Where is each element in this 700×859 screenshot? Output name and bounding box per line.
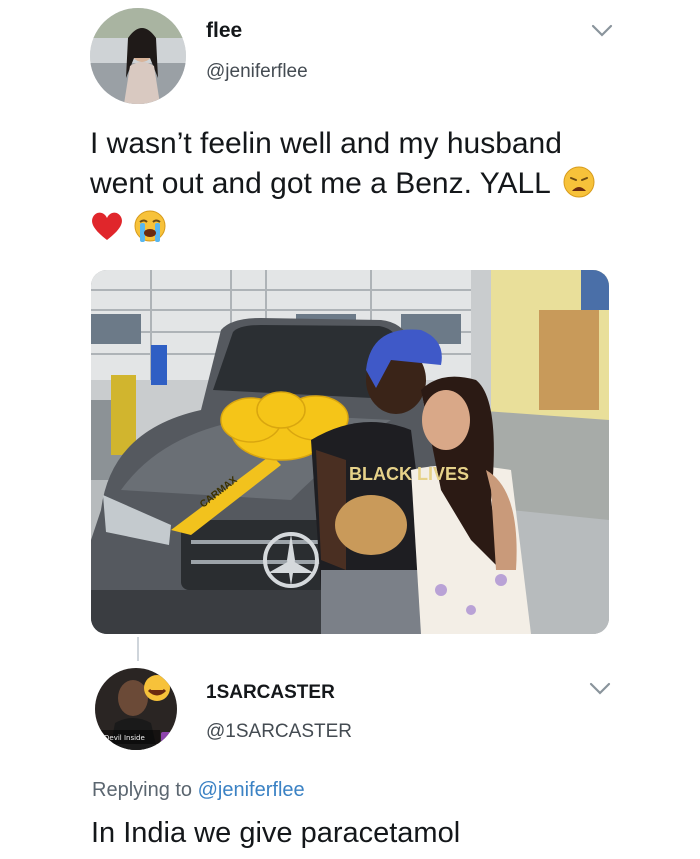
- tweet-text: I wasn’t feelin well and my husband went…: [90, 124, 650, 245]
- avatar-image: [90, 8, 186, 104]
- tweet-media-image[interactable]: BLACK LIVES CARMAX: [91, 270, 609, 634]
- weary-face-icon: [563, 166, 595, 198]
- replying-to-line: Replying to @jeniferflee: [92, 779, 305, 802]
- chevron-down-icon[interactable]: [591, 24, 613, 38]
- tweet-emoji-line: [90, 205, 650, 245]
- tweet-text-line: went out and got me a Benz. YALL: [90, 164, 650, 204]
- chevron-down-icon[interactable]: [589, 682, 611, 696]
- tweet-reply: Devil Inside 1SARCASTER @1SARCASTER Repl…: [0, 660, 700, 859]
- loudly-crying-face-icon: [134, 210, 166, 243]
- replying-to-prefix: Replying to: [92, 779, 198, 801]
- thread-connector-line: [137, 637, 139, 661]
- photo-car-gift: BLACK LIVES CARMAX: [91, 270, 609, 634]
- author-handle[interactable]: @jeniferflee: [206, 61, 308, 83]
- tweet-text-segment: went out and got me a Benz. YALL: [90, 166, 550, 200]
- avatar[interactable]: Devil Inside: [95, 668, 177, 750]
- author-name[interactable]: 1SARCASTER: [206, 682, 335, 704]
- shirt-text: BLACK LIVES: [349, 464, 469, 484]
- avatar[interactable]: [90, 8, 186, 104]
- red-heart-icon: [92, 212, 122, 241]
- avatar-caption: Devil Inside: [104, 734, 145, 742]
- replying-to-mention[interactable]: @jeniferflee: [198, 779, 305, 801]
- tweet-text-line: I wasn’t feelin well and my husband: [90, 127, 562, 160]
- reply-text: In India we give paracetamol: [91, 817, 461, 849]
- avatar-image: Devil Inside: [95, 668, 177, 750]
- author-handle[interactable]: @1SARCASTER: [206, 721, 352, 743]
- author-name[interactable]: flee: [206, 19, 242, 43]
- tweet-original: flee @jeniferflee I wasn’t feelin well a…: [0, 0, 700, 660]
